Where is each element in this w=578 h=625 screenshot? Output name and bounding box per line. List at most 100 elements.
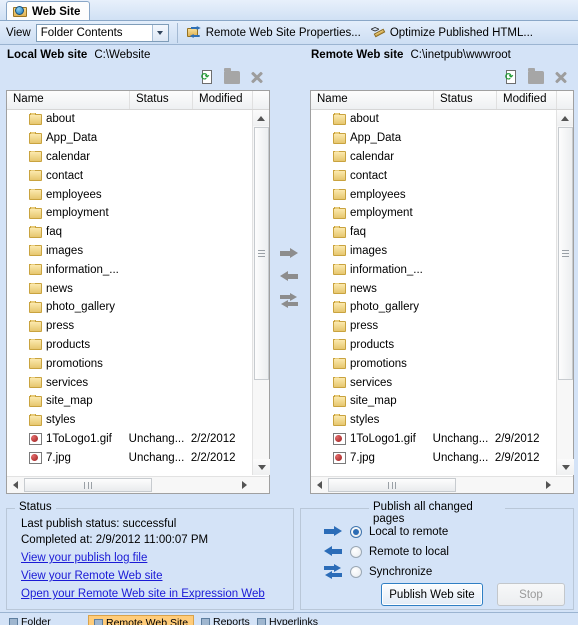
- remote-file-list[interactable]: Name Status Modified aboutApp_Datacalend…: [310, 90, 574, 494]
- table-row[interactable]: services: [7, 373, 252, 392]
- radio-local-to-remote-control[interactable]: [350, 526, 362, 538]
- table-row[interactable]: styles: [311, 411, 556, 430]
- table-row[interactable]: about: [7, 110, 252, 129]
- document-tab-strip: Web Site: [0, 0, 578, 21]
- file-name-label: contact: [46, 170, 83, 182]
- delete-icon[interactable]: [249, 70, 264, 85]
- local-hscroll-thumb[interactable]: [24, 478, 152, 492]
- table-row[interactable]: press: [311, 317, 556, 336]
- tab-web-site[interactable]: Web Site: [6, 1, 90, 21]
- refresh-icon[interactable]: ⟳: [504, 70, 519, 85]
- table-row[interactable]: 1ToLogo1.gifUnchang...2/9/2012: [311, 430, 556, 449]
- table-row[interactable]: contact: [7, 166, 252, 185]
- radio-remote-to-local-control[interactable]: [350, 546, 362, 558]
- table-row[interactable]: employees: [7, 185, 252, 204]
- table-row[interactable]: products: [311, 336, 556, 355]
- table-row[interactable]: calendar: [311, 148, 556, 167]
- table-row[interactable]: products: [7, 336, 252, 355]
- local-vertical-scrollbar[interactable]: [252, 110, 269, 475]
- scroll-left-arrow-icon[interactable]: [311, 477, 327, 493]
- radio-remote-to-local[interactable]: Remote to local: [323, 545, 449, 558]
- table-row[interactable]: faq: [311, 223, 556, 242]
- view-label: View: [0, 27, 36, 39]
- table-row[interactable]: site_map: [7, 392, 252, 411]
- table-row[interactable]: about: [311, 110, 556, 129]
- table-row[interactable]: calendar: [7, 148, 252, 167]
- arrow-left-icon[interactable]: [280, 271, 298, 282]
- table-row[interactable]: promotions: [311, 354, 556, 373]
- cell-modified: 2/9/2012: [495, 452, 556, 464]
- publish-web-site-button[interactable]: Publish Web site: [381, 583, 483, 606]
- radio-local-to-remote-label: Local to remote: [369, 526, 448, 538]
- cell-status: Unchang...: [433, 452, 495, 464]
- folder-icon: [29, 283, 42, 294]
- delete-icon[interactable]: [553, 70, 568, 85]
- table-row[interactable]: 7.jpgUnchang...2/9/2012: [311, 448, 556, 467]
- scroll-down-arrow-icon[interactable]: [253, 459, 270, 475]
- cell-name: products: [311, 339, 433, 351]
- scroll-up-arrow-icon[interactable]: [557, 110, 573, 126]
- scroll-down-arrow-icon[interactable]: [557, 459, 574, 475]
- optimize-published-html-button[interactable]: <> Optimize Published HTML...: [366, 23, 538, 43]
- table-row[interactable]: App_Data: [311, 129, 556, 148]
- radio-remote-to-local-label: Remote to local: [369, 546, 449, 558]
- table-row[interactable]: press: [7, 317, 252, 336]
- open-remote-in-expression-web-link[interactable]: Open your Remote Web site in Expression …: [21, 588, 265, 600]
- column-header-status[interactable]: Status: [130, 91, 193, 109]
- table-row[interactable]: images: [311, 242, 556, 261]
- column-header-status[interactable]: Status: [434, 91, 497, 109]
- local-horizontal-scrollbar[interactable]: [7, 476, 269, 493]
- table-row[interactable]: photo_gallery: [7, 298, 252, 317]
- new-folder-icon[interactable]: [224, 71, 240, 84]
- new-folder-icon[interactable]: [528, 71, 544, 84]
- remote-horizontal-scrollbar[interactable]: [311, 476, 573, 493]
- table-row[interactable]: 1ToLogo1.gifUnchang...2/2/2012: [7, 430, 252, 449]
- scroll-left-arrow-icon[interactable]: [7, 477, 23, 493]
- radio-synchronize[interactable]: Synchronize: [323, 565, 432, 578]
- scroll-right-arrow-icon[interactable]: [236, 477, 252, 493]
- file-name-label: site_map: [46, 395, 93, 407]
- view-remote-web-site-link[interactable]: View your Remote Web site: [21, 570, 162, 582]
- table-row[interactable]: news: [7, 279, 252, 298]
- table-row[interactable]: App_Data: [7, 129, 252, 148]
- table-row[interactable]: employment: [7, 204, 252, 223]
- table-row[interactable]: images: [7, 242, 252, 261]
- arrow-right-icon[interactable]: [280, 248, 298, 259]
- local-file-list[interactable]: Name Status Modified aboutApp_Datacalend…: [6, 90, 270, 494]
- column-header-name[interactable]: Name: [311, 91, 434, 109]
- column-header-name[interactable]: Name: [7, 91, 130, 109]
- table-row[interactable]: 7.jpgUnchang...2/2/2012: [7, 448, 252, 467]
- table-row[interactable]: employment: [311, 204, 556, 223]
- radio-synchronize-control[interactable]: [350, 566, 362, 578]
- radio-local-to-remote[interactable]: Local to remote: [323, 525, 448, 538]
- remote-panel-toolbar: ⟳: [310, 64, 574, 90]
- view-publish-log-link[interactable]: View your publish log file: [21, 552, 147, 564]
- view-dropdown[interactable]: Folder Contents: [36, 24, 169, 42]
- refresh-icon[interactable]: ⟳: [200, 70, 215, 85]
- table-row[interactable]: news: [311, 279, 556, 298]
- remote-vertical-scrollbar[interactable]: [556, 110, 573, 475]
- table-row[interactable]: employees: [311, 185, 556, 204]
- sync-arrows-icon[interactable]: [280, 294, 298, 307]
- table-row[interactable]: services: [311, 373, 556, 392]
- table-row[interactable]: photo_gallery: [311, 298, 556, 317]
- folder-icon: [29, 302, 42, 313]
- scroll-right-arrow-icon[interactable]: [540, 477, 556, 493]
- column-header-modified[interactable]: Modified: [193, 91, 253, 109]
- remote-scroll-thumb[interactable]: [558, 127, 573, 380]
- chevron-down-icon[interactable]: [152, 25, 168, 41]
- scroll-up-arrow-icon[interactable]: [253, 110, 269, 126]
- file-name-label: contact: [350, 170, 387, 182]
- remote-hscroll-thumb[interactable]: [328, 478, 456, 492]
- remote-web-site-properties-button[interactable]: Remote Web Site Properties...: [182, 23, 366, 43]
- table-row[interactable]: faq: [7, 223, 252, 242]
- table-row[interactable]: promotions: [7, 354, 252, 373]
- table-row[interactable]: site_map: [311, 392, 556, 411]
- local-scroll-thumb[interactable]: [254, 127, 269, 380]
- table-row[interactable]: contact: [311, 166, 556, 185]
- table-row[interactable]: styles: [7, 411, 252, 430]
- table-row[interactable]: information_...: [311, 260, 556, 279]
- local-site-header: Local Web site C:\Website: [7, 46, 150, 64]
- table-row[interactable]: information_...: [7, 260, 252, 279]
- column-header-modified[interactable]: Modified: [497, 91, 557, 109]
